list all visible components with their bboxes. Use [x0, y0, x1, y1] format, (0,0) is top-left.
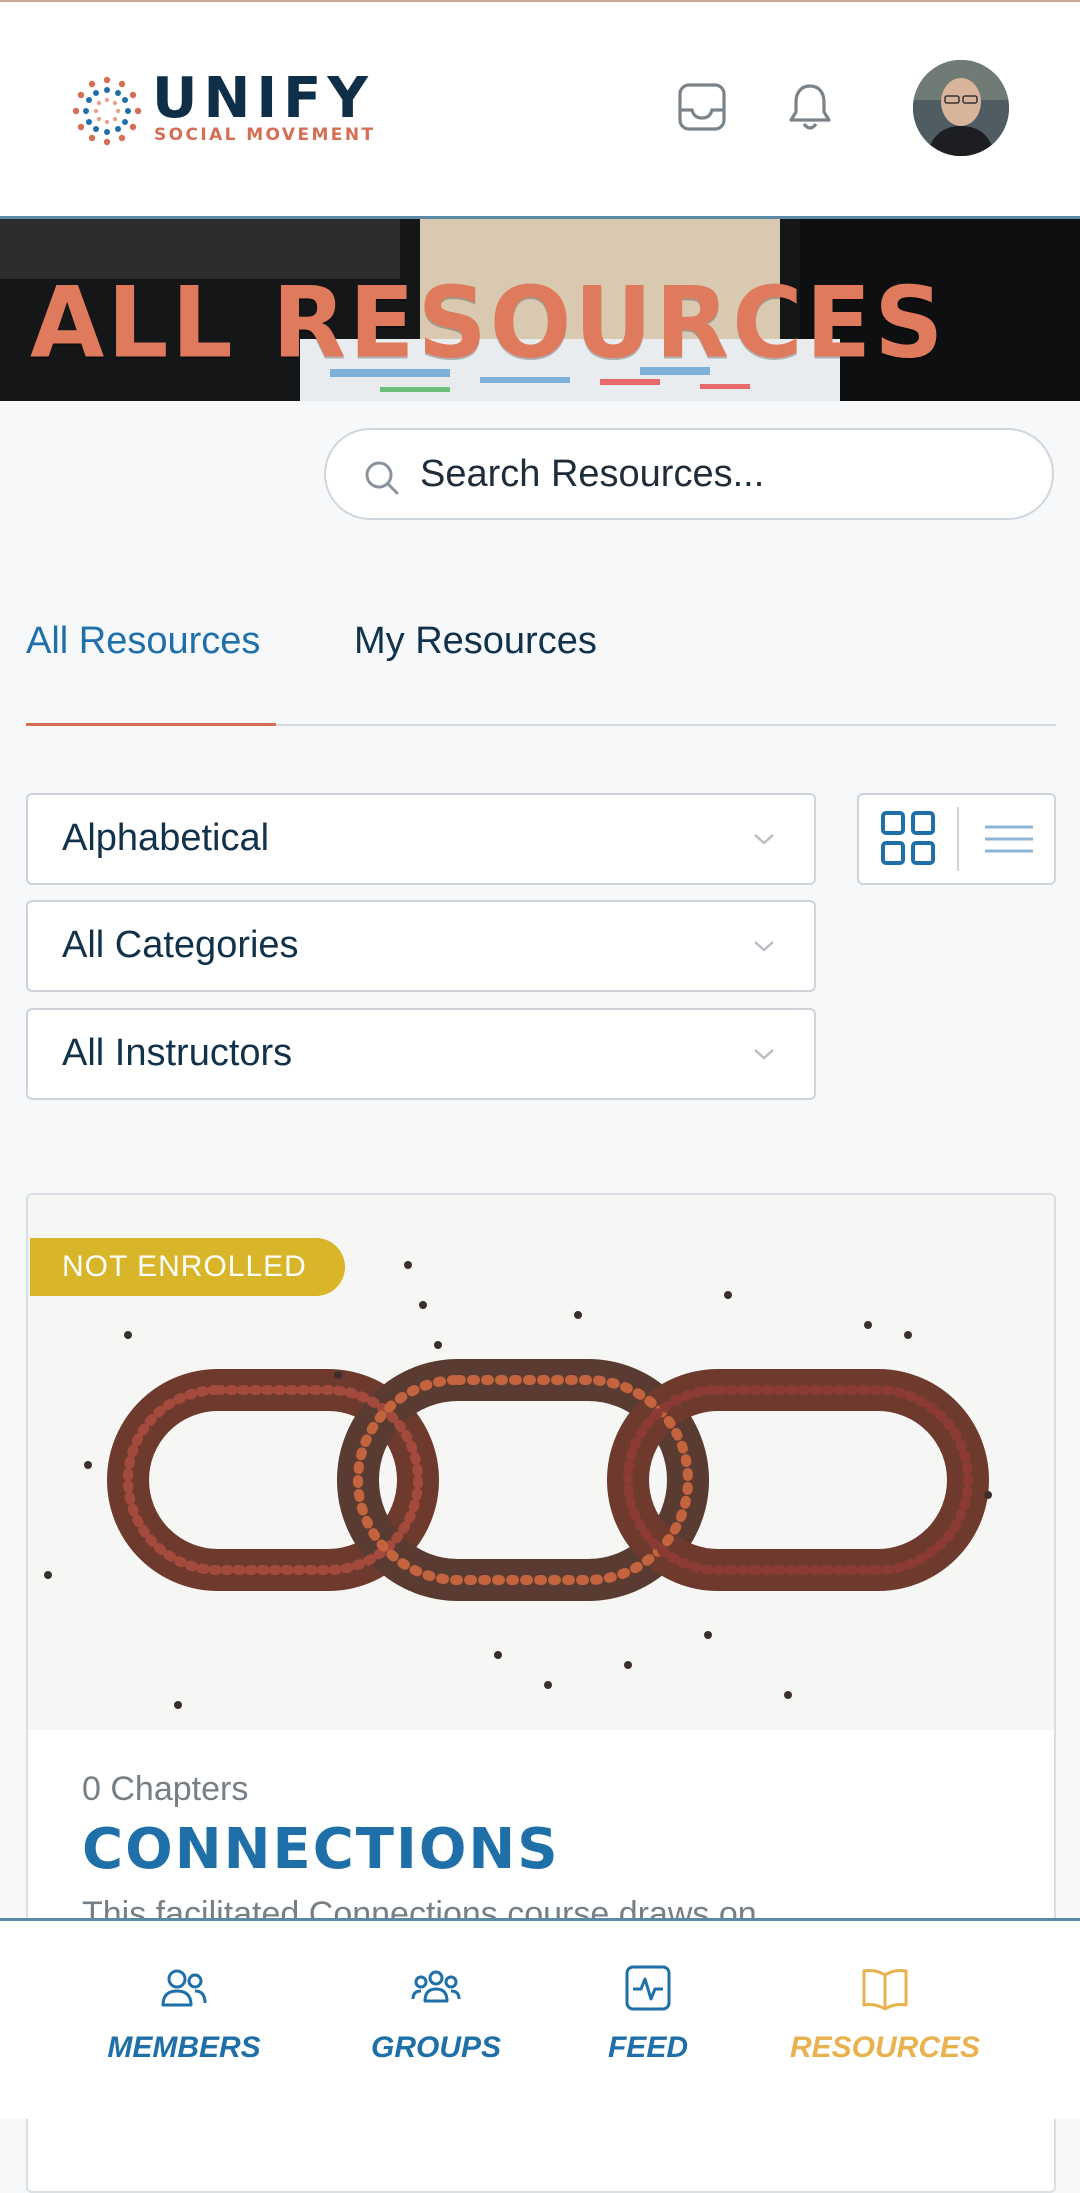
search-icon — [365, 461, 399, 495]
instructor-select-value: All Instructors — [62, 1032, 293, 1074]
nav-resources[interactable]: RESOURCES — [775, 1961, 995, 2091]
chevron-down-icon — [754, 834, 774, 845]
feed-icon — [625, 1965, 671, 2011]
view-toggle — [857, 793, 1056, 885]
page-title: ALL RESOURCES — [30, 265, 947, 381]
bell-icon[interactable] — [783, 80, 837, 134]
logo-title: UNIFY — [152, 66, 374, 131]
nav-feed[interactable]: FEED — [538, 1961, 758, 2091]
chevron-down-icon — [754, 941, 774, 952]
nav-feed-label: FEED — [607, 2031, 688, 2064]
app-header: UNIFY SOCIAL MOVEMENT — [0, 2, 1080, 219]
sort-select-value: Alphabetical — [62, 817, 270, 859]
logo-mark-icon — [72, 76, 142, 146]
resource-card-image: NOT ENROLLED — [28, 1195, 1054, 1730]
inbox-icon[interactable] — [675, 80, 729, 134]
members-icon — [161, 1969, 207, 2007]
nav-groups-label: GROUPS — [370, 2031, 502, 2064]
category-select-value: All Categories — [62, 924, 299, 966]
resource-title[interactable]: CONNECTIONS — [82, 1817, 560, 1882]
instructor-select[interactable]: All Instructors — [26, 1008, 816, 1100]
chevron-down-icon — [754, 1049, 774, 1060]
grid-view-icon[interactable] — [859, 795, 957, 883]
user-avatar[interactable] — [913, 60, 1009, 156]
unify-logo[interactable]: UNIFY SOCIAL MOVEMENT — [72, 66, 402, 150]
category-select[interactable]: All Categories — [26, 900, 816, 992]
nav-resources-label: RESOURCES — [789, 2031, 981, 2064]
nav-members-label: MEMBERS — [107, 2031, 261, 2064]
groups-icon — [411, 1970, 461, 2003]
book-icon — [862, 1969, 908, 2011]
avatar-photo — [913, 60, 1009, 156]
nav-members[interactable]: MEMBERS — [74, 1961, 294, 2091]
tab-my-resources[interactable]: My Resources — [354, 620, 597, 663]
bottom-navigation: MEMBERS GROUPS FEED RESOURCES — [0, 1918, 1080, 2119]
enrollment-status-badge: NOT ENROLLED — [30, 1238, 345, 1296]
tab-all-resources[interactable]: All Resources — [26, 620, 260, 663]
active-tab-indicator — [26, 723, 276, 726]
resource-tabs: All Resources My Resources — [26, 610, 1056, 726]
chapter-count: 0 Chapters — [82, 1770, 249, 1808]
page-banner: ALL RESOURCES — [0, 219, 1080, 401]
logo-subtitle: SOCIAL MOVEMENT — [154, 125, 376, 145]
sort-select[interactable]: Alphabetical — [26, 793, 816, 885]
list-view-icon[interactable] — [959, 795, 1057, 883]
search-input[interactable]: Search Resources... — [324, 428, 1054, 520]
nav-groups[interactable]: GROUPS — [326, 1961, 546, 2091]
search-placeholder: Search Resources... — [420, 453, 765, 495]
